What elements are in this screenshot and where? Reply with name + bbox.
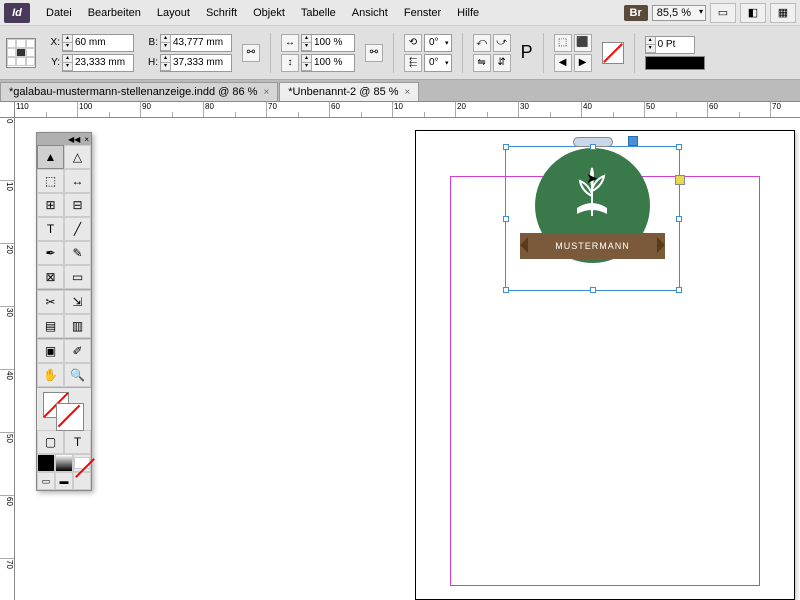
formatting-text-icon[interactable]: T [64, 430, 91, 454]
vertical-ruler[interactable]: 0102030405060708090100110120130 [0, 118, 15, 600]
apply-gradient-icon[interactable] [55, 454, 73, 472]
stroke-weight-input[interactable]: ▴▾ [645, 36, 695, 54]
page-tool[interactable]: ⬚ [37, 169, 64, 193]
close-icon[interactable]: × [263, 87, 269, 98]
flip-h-icon[interactable]: ⇋ [473, 54, 491, 72]
pencil-tool[interactable]: ✎ [64, 241, 91, 265]
shear-input[interactable]: 0° [424, 54, 452, 72]
line-tool[interactable]: ╱ [64, 217, 91, 241]
gap-tool[interactable]: ↔ [64, 169, 91, 193]
w-label: B: [144, 37, 158, 48]
resize-handle[interactable] [503, 287, 509, 293]
x-input[interactable]: ▴▾ [62, 34, 134, 52]
reference-point-grid[interactable] [6, 38, 36, 68]
scale-x-input[interactable]: ▴▾ [301, 34, 355, 52]
scissors-tool[interactable]: ✂ [37, 290, 64, 314]
menu-object[interactable]: Objekt [245, 3, 293, 23]
select-content-icon[interactable]: ⬛ [574, 34, 592, 52]
stroke-style-select[interactable] [645, 56, 705, 70]
resize-handle[interactable] [503, 144, 509, 150]
rotate-cw-icon[interactable]: ⤻ [493, 34, 511, 52]
view-options-icon[interactable]: ▭ [710, 3, 736, 23]
rectangle-frame-tool[interactable]: ⊠ [37, 265, 64, 289]
free-transform-tool[interactable]: ⇲ [64, 290, 91, 314]
resize-handle[interactable] [676, 144, 682, 150]
normal-view-icon[interactable]: ▭ [37, 472, 55, 490]
height-input[interactable]: ▴▾ [160, 54, 232, 72]
fill-none-swatch[interactable] [602, 42, 624, 64]
hand-tool[interactable]: ✋ [37, 363, 64, 387]
menu-view[interactable]: Ansicht [344, 3, 396, 23]
scale-x-icon: ↔ [281, 34, 299, 52]
zoom-level-select[interactable]: 85,5 % [652, 5, 706, 21]
horizontal-ruler[interactable]: 1101009080706010203040506070809010011012… [15, 102, 800, 118]
fill-stroke-swatch[interactable] [37, 388, 91, 430]
arrange-icon[interactable]: ▦ [770, 3, 796, 23]
resize-handle[interactable] [590, 144, 596, 150]
menu-table[interactable]: Tabelle [293, 3, 344, 23]
panel-header[interactable]: ◀◀× [37, 133, 91, 145]
resize-handle[interactable] [503, 216, 509, 222]
y-input[interactable]: ▴▾ [62, 54, 134, 72]
pen-tool[interactable]: ✒ [37, 241, 64, 265]
y-label: Y: [46, 57, 60, 68]
rotate-ccw-icon[interactable]: ⤺ [473, 34, 491, 52]
constrain-wh-icon[interactable]: ⚯ [242, 44, 260, 62]
direct-selection-tool[interactable]: △ [64, 145, 91, 169]
app-logo-indesign: Id [4, 3, 30, 23]
scale-y-input[interactable]: ▴▾ [301, 54, 355, 72]
cursor-icon: ➤ [586, 170, 598, 187]
x-label: X: [46, 37, 60, 48]
select-container-icon[interactable]: ⬚ [554, 34, 572, 52]
document-tab-1[interactable]: *galabau-mustermann-stellenanzeige.indd … [0, 82, 278, 101]
selection-frame[interactable] [505, 146, 680, 291]
content-collector-tool[interactable]: ⊞ [37, 193, 64, 217]
screen-mode-icon[interactable]: ◧ [740, 3, 766, 23]
bridge-icon[interactable]: Br [624, 5, 648, 21]
shear-icon: ⬱ [404, 54, 422, 72]
formatting-container-icon[interactable]: ▢ [37, 430, 64, 454]
zoom-tool[interactable]: 🔍 [64, 363, 91, 387]
rotate-icon: ⟲ [404, 34, 422, 52]
document-tab-bar: *galabau-mustermann-stellenanzeige.indd … [0, 80, 800, 102]
note-tool[interactable]: ▣ [37, 339, 64, 363]
preview-view-icon[interactable]: ▬ [55, 472, 73, 490]
resize-handle[interactable] [590, 287, 596, 293]
close-icon[interactable]: × [405, 87, 411, 98]
content-placer-tool[interactable]: ⊟ [64, 193, 91, 217]
character-p-icon[interactable]: P [521, 42, 533, 63]
type-tool[interactable]: T [37, 217, 64, 241]
resize-handle[interactable] [676, 287, 682, 293]
flip-v-icon[interactable]: ⇵ [493, 54, 511, 72]
resize-handle[interactable] [676, 216, 682, 222]
apply-color-icon[interactable] [37, 454, 55, 472]
menu-bar: Id Datei Bearbeiten Layout Schrift Objek… [0, 0, 800, 26]
select-prev-icon[interactable]: ◀ [554, 54, 572, 72]
rotate-input[interactable]: 0° [424, 34, 452, 52]
control-panel: X:▴▾ Y:▴▾ B:▴▾ H:▴▾ ⚯ ↔▴▾ ↕▴▾ ⚯ ⟲0° ⬱0° … [0, 26, 800, 80]
menu-type[interactable]: Schrift [198, 3, 245, 23]
constrain-scale-icon[interactable]: ⚯ [365, 44, 383, 62]
ruler-origin[interactable] [0, 102, 15, 118]
h-label: H: [144, 57, 158, 68]
menu-window[interactable]: Fenster [396, 3, 449, 23]
menu-help[interactable]: Hilfe [449, 3, 487, 23]
document-tab-2[interactable]: *Unbenannt-2 @ 85 %× [279, 82, 419, 101]
rectangle-tool[interactable]: ▭ [64, 265, 91, 289]
scale-y-icon: ↕ [281, 54, 299, 72]
eyedropper-tool[interactable]: ✐ [64, 339, 91, 363]
menu-file[interactable]: Datei [38, 3, 80, 23]
selection-tool[interactable]: ▲ [37, 145, 64, 169]
document-canvas[interactable]: MUSTERMANN ➤ [15, 118, 800, 600]
select-next-icon[interactable]: ▶ [574, 54, 592, 72]
link-badge-icon[interactable] [628, 136, 638, 146]
gradient-swatch-tool[interactable]: ▤ [37, 314, 64, 338]
live-corner-icon[interactable] [675, 175, 685, 185]
menu-edit[interactable]: Bearbeiten [80, 3, 149, 23]
gradient-feather-tool[interactable]: ▥ [64, 314, 91, 338]
tools-panel[interactable]: ◀◀× ▲ △ ⬚ ↔ ⊞ ⊟ T ╱ ✒ ✎ ⊠ ▭ ✂ ⇲ ▤ ▥ ▣ ✐ … [36, 132, 92, 491]
menu-layout[interactable]: Layout [149, 3, 198, 23]
apply-none-icon[interactable] [73, 454, 91, 472]
width-input[interactable]: ▴▾ [160, 34, 232, 52]
